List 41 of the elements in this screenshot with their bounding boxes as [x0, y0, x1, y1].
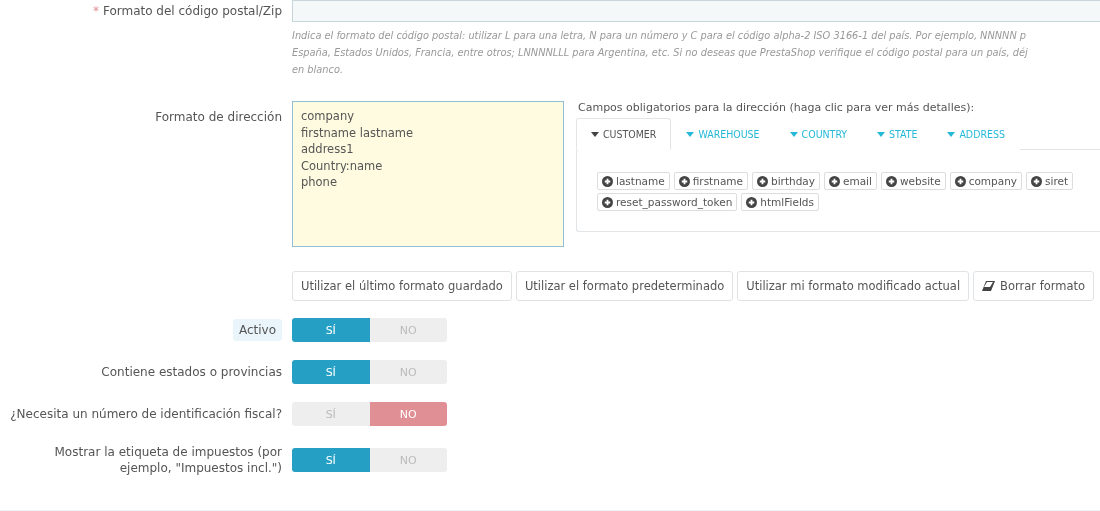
- format-button[interactable]: Utilizar el formato predeterminado: [515, 271, 734, 301]
- field-chip[interactable]: lastname: [597, 172, 670, 190]
- tab[interactable]: CUSTOMER: [576, 118, 672, 150]
- field-label: Formato de dirección: [155, 109, 282, 125]
- help-text: España, Estados Unidos, Francia, entre otros; LNNNNLLL para Argentina, etc. Si no deseas que PrestaShop verifique el código postal para un país, déj: [292, 46, 1029, 60]
- caret-icon: [789, 131, 798, 137]
- plus-icon: [746, 196, 758, 208]
- field-chip[interactable]: company: [949, 172, 1023, 190]
- format-button[interactable]: Utilizar el último formato guardado: [292, 271, 512, 301]
- field-chip[interactable]: siret: [1026, 172, 1074, 190]
- switch-label: ¿Necesita un número de identificación fiscal?: [10, 406, 282, 422]
- plus-icon: [602, 175, 613, 187]
- format-button[interactable]: Borrar formato: [973, 271, 1095, 301]
- plus-icon: [602, 196, 613, 208]
- caret-icon: [686, 131, 695, 137]
- field-chip[interactable]: htmlFields: [741, 193, 819, 211]
- plus-icon: [829, 175, 840, 187]
- zip-format-field[interactable]: [292, 0, 1100, 22]
- caret-icon: [877, 131, 886, 137]
- switch-label: Mostrar la etiqueta de impuestos (por ejemplo, "Impuestos incl."): [53, 444, 282, 476]
- plus-icon: [757, 175, 768, 187]
- switch-label: Contiene estados o provincias: [101, 364, 282, 380]
- caret-icon: [591, 131, 599, 137]
- address-format-field[interactable]: company firstname lastname address1 Country:name phone: [292, 101, 564, 247]
- switch-label: Activo: [232, 319, 282, 341]
- help-text: en blanco.: [292, 63, 344, 77]
- plus-icon: [1031, 175, 1043, 187]
- field-chip[interactable]: website: [880, 172, 946, 190]
- plus-icon: [885, 175, 897, 187]
- field-chip[interactable]: reset_password_token: [597, 193, 738, 211]
- field-chip[interactable]: birthday: [752, 172, 820, 190]
- fields-title: Campos obligatorios para la dirección (haga clic para ver más detalles):: [578, 101, 976, 114]
- caret-icon: [947, 131, 956, 137]
- format-button[interactable]: Utilizar mi formato modificado actual: [737, 271, 970, 301]
- field-label: * Formato del código postal/Zip: [92, 3, 282, 19]
- plus-icon: [954, 175, 966, 187]
- field-chip[interactable]: email: [824, 172, 877, 190]
- help-text: Indica el formato del código postal: utilizar L para una letra, N para un número y C para el código alpha-2 ISO 3166-1 del país. Por ejemplo, NNNNN p: [292, 29, 1028, 43]
- plus-icon: [678, 175, 690, 187]
- eraser-icon: [982, 281, 996, 291]
- field-chip[interactable]: firstname: [673, 172, 748, 190]
